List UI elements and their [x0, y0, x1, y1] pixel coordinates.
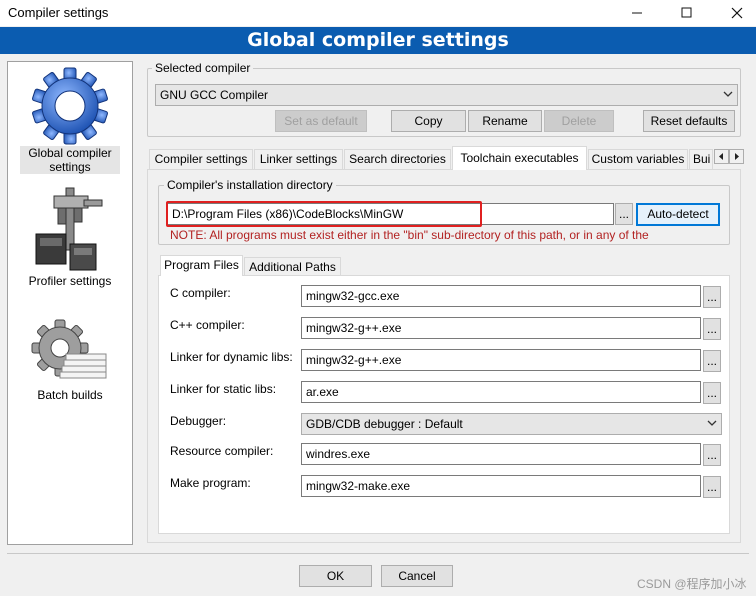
tab-build-options[interactable]: Bui: [689, 149, 713, 169]
program-browse-button[interactable]: ...: [703, 444, 721, 466]
program-input[interactable]: windres.exe: [301, 443, 701, 465]
tab-compiler-settings[interactable]: Compiler settings: [149, 149, 253, 169]
tab-toolchain-executables[interactable]: Toolchain executables: [452, 146, 587, 170]
tab-scroll-left-button[interactable]: [714, 149, 729, 164]
chevron-down-icon: [723, 91, 733, 97]
program-label: Linker for static libs:: [170, 382, 277, 396]
program-browse-button[interactable]: ...: [703, 476, 721, 498]
program-input[interactable]: ar.exe: [301, 381, 701, 403]
subtab-program-files[interactable]: Program Files: [160, 255, 243, 276]
watermark: CSDN @程序加小冰: [637, 577, 747, 591]
tab-custom-variables[interactable]: Custom variables: [588, 149, 688, 169]
program-label: C++ compiler:: [170, 318, 245, 332]
install-dir-note: NOTE: All programs must exist either in …: [170, 228, 649, 242]
program-browse-button[interactable]: ...: [703, 286, 721, 308]
sidebar-item-profiler[interactable]: Profiler settings: [8, 186, 132, 288]
set-as-default-button[interactable]: Set as default: [275, 110, 367, 132]
program-input[interactable]: mingw32-make.exe: [301, 475, 701, 497]
program-input[interactable]: mingw32-g++.exe: [301, 349, 701, 371]
close-button[interactable]: [716, 0, 756, 26]
program-label: Make program:: [170, 476, 251, 490]
install-dir-label: Compiler's installation directory: [164, 178, 336, 192]
program-label: Linker for dynamic libs:: [170, 350, 293, 364]
copy-button[interactable]: Copy: [391, 110, 466, 132]
close-icon: [731, 7, 743, 19]
chevron-left-icon: [719, 153, 723, 160]
program-label: C compiler:: [170, 286, 231, 300]
reset-defaults-button[interactable]: Reset defaults: [643, 110, 735, 132]
page-title: Global compiler settings: [0, 27, 756, 54]
cancel-button[interactable]: Cancel: [381, 565, 453, 587]
highlight-annotation: [166, 201, 482, 227]
maximize-icon: [681, 7, 692, 18]
delete-button[interactable]: Delete: [544, 110, 614, 132]
tab-search-directories[interactable]: Search directories: [344, 149, 451, 169]
selected-compiler-label: Selected compiler: [152, 61, 254, 75]
debugger-select[interactable]: GDB/CDB debugger : Default: [301, 413, 722, 435]
program-browse-button[interactable]: ...: [703, 350, 721, 372]
maximize-button[interactable]: [666, 0, 706, 26]
sidebar-item-label: Global compiler: [20, 146, 120, 160]
program-input[interactable]: mingw32-gcc.exe: [301, 285, 701, 307]
rename-button[interactable]: Rename: [468, 110, 542, 132]
tab-linker-settings[interactable]: Linker settings: [254, 149, 343, 169]
auto-detect-button[interactable]: Auto-detect: [636, 203, 720, 226]
title-bar: Compiler settings: [0, 0, 756, 26]
compiler-select[interactable]: GNU GCC Compiler: [155, 84, 738, 106]
gear-icon: [32, 67, 108, 145]
batch-gear-icon: [31, 319, 107, 379]
program-input[interactable]: mingw32-g++.exe: [301, 317, 701, 339]
minimize-icon: [632, 12, 642, 14]
program-label: Debugger:: [170, 414, 227, 428]
program-label: Resource compiler:: [170, 444, 274, 458]
settings-category-list: Global compiler settings Profiler settin…: [7, 61, 133, 545]
debugger-select-value: GDB/CDB debugger : Default: [306, 417, 463, 431]
sidebar-item-label: Batch builds: [37, 388, 103, 402]
chevron-down-icon: [707, 420, 717, 426]
caliper-icon: [35, 187, 103, 271]
compiler-select-value: GNU GCC Compiler: [160, 88, 269, 102]
subtab-additional-paths[interactable]: Additional Paths: [244, 257, 341, 276]
footer-divider: [7, 553, 749, 554]
window-title: Compiler settings: [8, 5, 109, 20]
sidebar-item-label: Profiler settings: [28, 274, 112, 288]
install-dir-browse-button[interactable]: ...: [615, 203, 633, 225]
sidebar-item-label: settings: [20, 160, 120, 174]
program-browse-button[interactable]: ...: [703, 382, 721, 404]
ok-button[interactable]: OK: [299, 565, 372, 587]
sidebar-item-batch-builds[interactable]: Batch builds: [8, 318, 132, 402]
program-browse-button[interactable]: ...: [703, 318, 721, 340]
chevron-right-icon: [735, 153, 739, 160]
minimize-button[interactable]: [617, 0, 657, 26]
sidebar-item-global-compiler[interactable]: Global compiler settings: [8, 66, 132, 174]
tab-scroll-right-button[interactable]: [729, 149, 744, 164]
